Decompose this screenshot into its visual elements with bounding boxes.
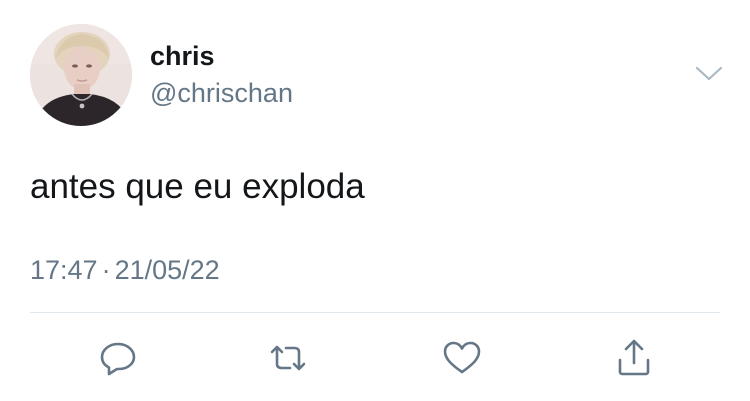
heart-icon bbox=[443, 341, 481, 374]
avatar[interactable] bbox=[30, 24, 132, 126]
tweet-text: antes que eu exploda bbox=[30, 167, 365, 206]
timestamp-separator: · bbox=[101, 255, 111, 285]
more-options-button[interactable] bbox=[692, 62, 726, 86]
avatar-photo bbox=[30, 24, 132, 126]
reply-icon bbox=[100, 342, 136, 376]
tweet-date: 21/05/22 bbox=[114, 255, 220, 285]
retweet-button[interactable] bbox=[266, 336, 310, 380]
author-display-name[interactable]: chris bbox=[150, 40, 215, 72]
divider bbox=[30, 312, 720, 313]
share-icon bbox=[618, 339, 650, 376]
reply-button[interactable] bbox=[96, 336, 140, 380]
author-handle[interactable]: @chrischan bbox=[150, 77, 293, 109]
tweet-timestamp[interactable]: 17:47 · 21/05/22 bbox=[30, 253, 220, 287]
tweet-time: 17:47 bbox=[30, 255, 98, 285]
retweet-icon bbox=[270, 345, 306, 371]
share-button[interactable] bbox=[612, 336, 656, 380]
like-button[interactable] bbox=[440, 336, 484, 380]
chevron-down-icon bbox=[695, 66, 723, 81]
